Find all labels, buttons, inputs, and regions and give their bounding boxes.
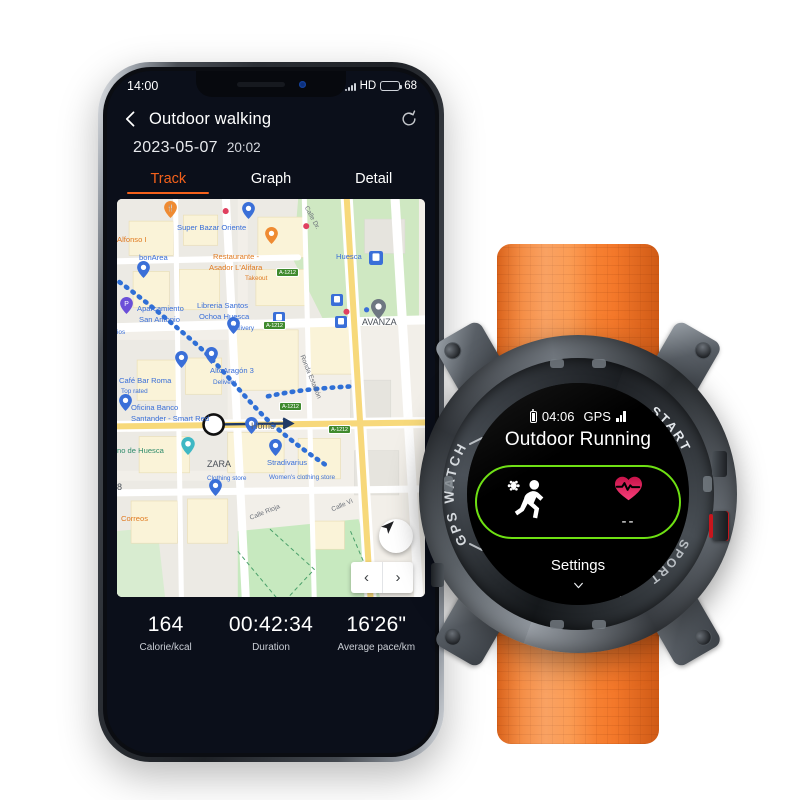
status-bar-time: 14:00	[127, 79, 159, 93]
map-pin[interactable]	[371, 299, 386, 319]
map-view[interactable]: 🍴 P A-1212 A-1212 A-1212 A-1212 Super Ba…	[117, 199, 425, 597]
stat-calories: 164 Calorie/kcal	[113, 613, 218, 653]
stat-value: 00:42:34	[228, 613, 314, 636]
refresh-icon[interactable]	[399, 109, 419, 129]
tab-graph[interactable]: Graph	[220, 165, 323, 195]
watch-display[interactable]: 04:06 GPS Outdoor Running -- Settings	[467, 383, 689, 605]
battery-percent-label: 68	[404, 80, 417, 92]
svg-text:GPS WATCH: GPS WATCH	[442, 440, 470, 549]
watch-case: GPS WATCH START SPORT	[419, 335, 737, 653]
network-type-label: HD	[359, 80, 377, 92]
signal-bars-icon	[615, 411, 627, 422]
watch-time: 04:06	[541, 409, 575, 424]
activity-selector[interactable]: --	[475, 465, 681, 539]
gps-label: GPS	[583, 409, 611, 424]
map-pin[interactable]: 🍴	[164, 201, 177, 218]
tab-detail[interactable]: Detail	[322, 165, 425, 195]
tab-track[interactable]: Track	[117, 165, 220, 195]
tab-bar: Track Graph Detail	[107, 161, 435, 195]
map-pin[interactable]	[242, 202, 255, 219]
stat-label: Calorie/kcal	[139, 642, 192, 653]
heart-rate-icon	[614, 475, 643, 507]
phone-notch	[196, 71, 346, 97]
smartwatch-device: GPS WATCH START SPORT	[398, 244, 758, 744]
watch-bezel: GPS WATCH START SPORT	[442, 358, 714, 630]
status-bar-right: HD 68	[344, 80, 417, 92]
map-pin[interactable]	[227, 317, 240, 334]
watch-screen-title: Outdoor Running	[504, 429, 652, 450]
phone-bezel: 14:00 HD 68 Outdoor walking 2023-05-07 2…	[103, 67, 439, 757]
map-pin-transit[interactable]	[335, 316, 348, 333]
stat-label: Duration	[252, 642, 290, 653]
map-pin[interactable]	[181, 437, 195, 455]
prev-button[interactable]: ‹	[351, 562, 382, 593]
battery-icon	[529, 408, 537, 423]
map-pin[interactable]	[209, 479, 222, 496]
battery-icon	[380, 81, 403, 91]
map-pin[interactable]	[265, 227, 278, 244]
settings-label[interactable]: Settings	[467, 557, 689, 574]
map-pin[interactable]	[269, 439, 282, 456]
session-datetime: 2023-05-07 20:02	[107, 133, 435, 161]
heart-rate-cell[interactable]: --	[578, 475, 679, 530]
heart-rate-value: --	[621, 512, 636, 530]
phone-device: 14:00 HD 68 Outdoor walking 2023-05-07 2…	[98, 62, 444, 762]
svg-text:🍴: 🍴	[167, 204, 175, 212]
session-date: 2023-05-07	[133, 139, 218, 156]
signal-bars-icon	[344, 82, 356, 91]
sport-button[interactable]	[712, 451, 727, 477]
summary-stats: 164 Calorie/kcal 00:42:34 Duration 16'26…	[107, 597, 435, 653]
map-pin[interactable]	[137, 261, 150, 278]
page-title: Outdoor walking	[149, 109, 272, 128]
activity-running-cell[interactable]	[477, 475, 578, 530]
back-chevron-icon[interactable]	[121, 109, 141, 129]
left-button[interactable]	[431, 563, 444, 587]
start-button[interactable]	[709, 511, 729, 541]
stat-duration: 00:42:34 Duration	[218, 613, 323, 653]
map-pin-transit[interactable]	[369, 251, 383, 268]
stat-value: 164	[147, 613, 184, 636]
map-pin-parking[interactable]: P	[120, 297, 133, 314]
road-shield: A-1212	[263, 321, 286, 330]
svg-text:P: P	[124, 301, 129, 308]
front-camera-icon	[298, 80, 306, 88]
map-pin[interactable]	[119, 394, 132, 411]
map-pin[interactable]	[205, 347, 218, 364]
running-person-icon	[503, 475, 553, 530]
earpiece-speaker-icon	[236, 81, 285, 87]
road-shield: A-1212	[276, 268, 299, 277]
app-header: Outdoor walking	[107, 101, 435, 133]
map-pin-transit[interactable]	[331, 294, 344, 311]
session-time: 20:02	[226, 140, 261, 155]
map-pin[interactable]	[245, 417, 258, 434]
map-pin[interactable]	[175, 351, 188, 368]
road-shield: A-1212	[328, 425, 351, 434]
phone-screen: 14:00 HD 68 Outdoor walking 2023-05-07 2…	[107, 71, 435, 753]
road-shield: A-1212	[279, 402, 302, 411]
